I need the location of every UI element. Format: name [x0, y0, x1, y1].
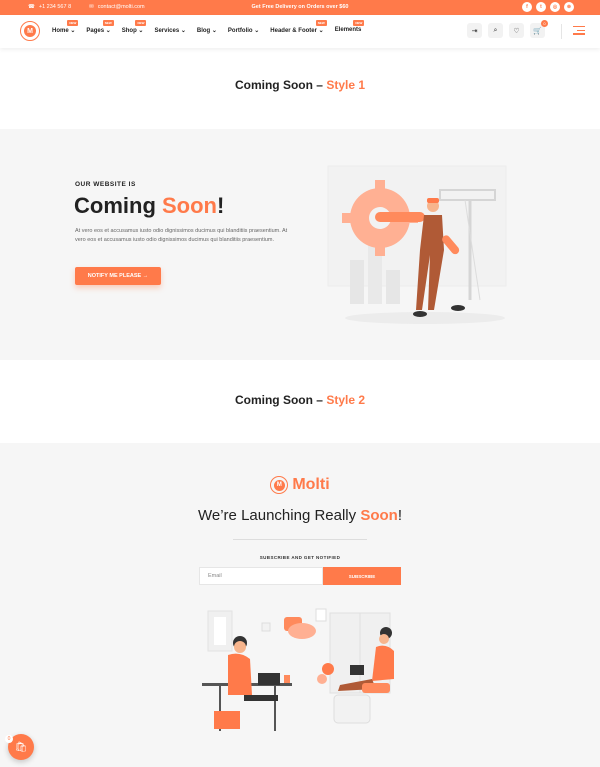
new-badge: NEW	[353, 20, 365, 26]
instagram-icon[interactable]: ◎	[550, 2, 560, 12]
nav-label: Portfolio	[227, 28, 253, 34]
launch-part: We’re Launching Really	[198, 507, 361, 524]
promo-text: Get Free Delivery on Orders over $60	[251, 4, 349, 10]
coming-soon-heading: Coming Soon!	[74, 193, 224, 219]
section-title-style1: Coming Soon – Style 1	[0, 78, 600, 92]
main-nav: Home ⌄ NEW Pages ⌄ NEW Shop ⌄ NEW Services …	[52, 20, 365, 34]
section-title-style2: Coming Soon – Style 2	[0, 393, 600, 407]
brand-logo[interactable]: M Molti	[0, 476, 600, 494]
top-bar: ☎ +1 234 567 8 ✉ contact@molti.com Get F…	[0, 0, 600, 15]
new-badge: NEW	[315, 20, 327, 26]
header-divider	[561, 24, 562, 39]
nav-item-services[interactable]: Services ⌄	[154, 27, 185, 34]
nav-item-shop[interactable]: Shop ⌄ NEW	[121, 20, 147, 34]
nav-label: Shop	[121, 28, 137, 34]
nav-item-blog[interactable]: Blog ⌄	[197, 27, 217, 34]
style1-section	[0, 129, 600, 360]
launch-part: !	[397, 507, 402, 524]
new-badge: NEW	[67, 20, 79, 26]
cart-icon: 🛍	[14, 741, 28, 753]
email-input[interactable]: Email	[199, 567, 323, 585]
facebook-icon[interactable]: f	[522, 2, 532, 12]
twitter-icon[interactable]: t	[536, 2, 546, 12]
main-header: M Home ⌄ NEW Pages ⌄ NEW Shop ⌄ NEW Service…	[0, 15, 600, 48]
divider-line	[233, 539, 367, 540]
nav-item-pages[interactable]: Pages ⌄ NEW	[86, 20, 114, 34]
intro-paragraph: At vero eos et accusamus iusto odio dign…	[75, 228, 288, 243]
new-badge: NEW	[102, 20, 114, 26]
nav-label: Header & Footer	[270, 28, 317, 34]
nav-label: Pages	[86, 28, 105, 34]
nav-item-portfolio[interactable]: Portfolio ⌄	[228, 27, 259, 34]
title-main: Coming Soon –	[234, 393, 327, 407]
nav-item-header-footer[interactable]: Header & Footer ⌄ NEW	[270, 20, 327, 34]
logo-mark: M	[24, 25, 36, 37]
notify-me-button[interactable]: NOTIFY ME PLEASE →	[75, 267, 161, 285]
title-accent: Style 1	[326, 78, 366, 92]
launch-accent: Soon	[360, 507, 398, 524]
site-logo[interactable]: M	[20, 21, 40, 41]
cart-icon[interactable]: 🛒 0	[530, 20, 548, 38]
nav-item-elements[interactable]: Elements NEW	[334, 20, 365, 34]
cart-count: 0	[541, 20, 548, 27]
heading-part: Coming	[74, 193, 162, 218]
nav-item-home[interactable]: Home ⌄ NEW	[52, 20, 79, 34]
fab-cart-count: 0	[5, 735, 13, 743]
logo-mark: M	[270, 476, 289, 494]
subscribe-label: SUBSCRIBE AND GET NOTIFIED	[259, 555, 341, 560]
logo-letter: M	[273, 479, 285, 491]
launching-heading: We’re Launching Really Soon!	[0, 507, 600, 524]
new-badge: NEW	[135, 20, 147, 26]
title-accent: Style 2	[326, 393, 366, 407]
dribbble-icon[interactable]: ⊛	[564, 2, 574, 12]
search-icon[interactable]: ⌕	[488, 23, 503, 38]
brand-name: Molti	[292, 476, 330, 493]
hamburger-menu-icon[interactable]	[573, 26, 585, 35]
nav-label: Elements	[334, 27, 362, 33]
login-icon[interactable]: ⇥	[467, 23, 482, 38]
heart-icon[interactable]: ♡	[509, 23, 524, 38]
heading-accent: Soon	[162, 193, 217, 218]
working-people-illustration	[202, 608, 394, 731]
eyebrow-text: OUR WEBSITE IS	[75, 181, 136, 188]
nav-label: Blog	[196, 28, 211, 34]
heading-part: !	[217, 193, 225, 218]
nav-label: Services	[154, 28, 180, 34]
mechanic-illustration	[327, 165, 507, 324]
subscribe-button[interactable]: SUBSCRIBE	[323, 567, 401, 585]
title-main: Coming Soon –	[234, 78, 327, 92]
nav-label: Home	[52, 28, 69, 34]
floating-cart-button[interactable]: 🛍 0	[5, 734, 34, 760]
